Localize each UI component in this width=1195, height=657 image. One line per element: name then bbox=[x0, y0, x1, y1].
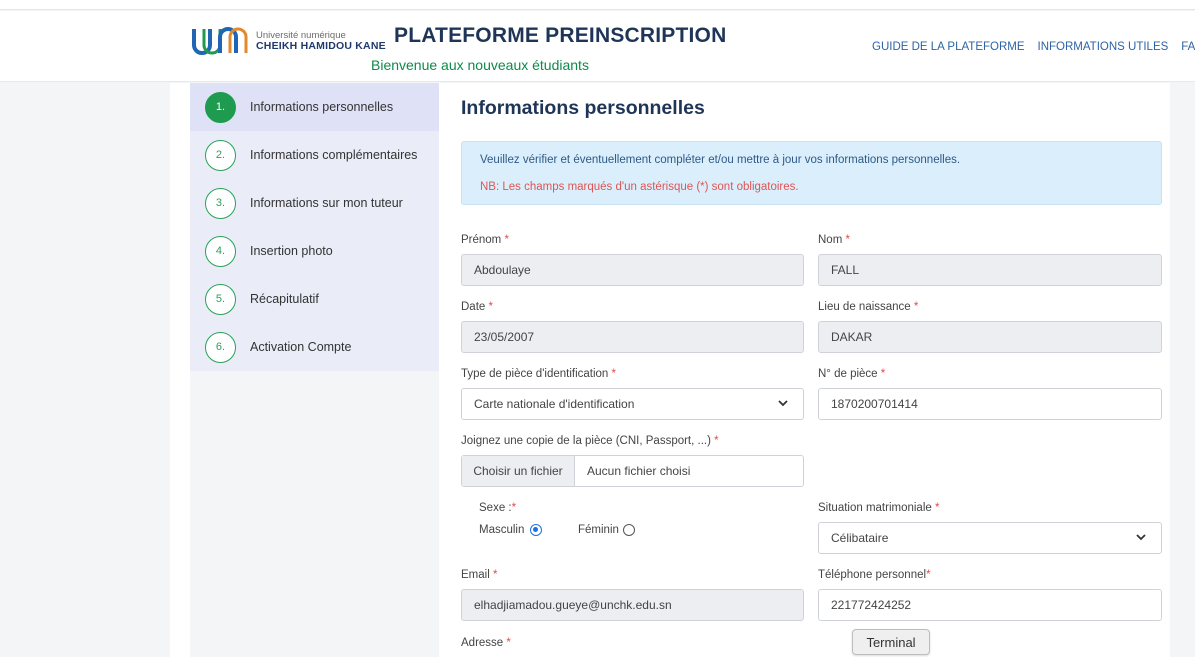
prenom-label: Prénom * bbox=[461, 234, 509, 246]
chevron-down-icon bbox=[1136, 534, 1146, 541]
situation-select[interactable]: Célibataire bbox=[818, 522, 1162, 554]
step-informations-complementaires[interactable]: 2. Informations complémentaires bbox=[190, 131, 439, 179]
alert-required-note: NB: Les champs marqués d'un astérisque (… bbox=[480, 181, 799, 193]
top-nav: GUIDE DE LA PLATEFORME INFORMATIONS UTIL… bbox=[872, 41, 1195, 53]
email-field[interactable]: elhadjiamadou.gueye@unchk.edu.sn bbox=[461, 589, 804, 621]
page: Université numérique CHEIKH HAMIDOU KANE… bbox=[0, 0, 1195, 657]
adresse-label: Adresse * bbox=[461, 637, 511, 649]
email-label: Email * bbox=[461, 569, 498, 581]
masculin-label: Masculin bbox=[479, 524, 525, 536]
page-title: Informations personnelles bbox=[461, 97, 705, 119]
nav-link-faq[interactable]: FAQ bbox=[1181, 41, 1195, 53]
step-label: Informations complémentaires bbox=[250, 148, 418, 162]
feminin-radio[interactable] bbox=[623, 524, 635, 536]
logo-mark-icon bbox=[192, 27, 248, 55]
step-number-badge: 4. bbox=[205, 235, 236, 267]
step-number-badge: 5. bbox=[205, 283, 236, 315]
main-panel: Informations personnelles Veuillez vérif… bbox=[439, 83, 1170, 657]
nav-link-guide[interactable]: GUIDE DE LA PLATEFORME bbox=[872, 41, 1025, 53]
choose-file-button[interactable]: Choisir un fichier bbox=[462, 456, 575, 486]
step-activation-compte[interactable]: 6. Activation Compte bbox=[190, 323, 439, 371]
file-status-text: Aucun fichier choisi bbox=[587, 464, 691, 478]
type-piece-select[interactable]: Carte nationale d'identification bbox=[461, 388, 804, 420]
logo-small-text: Université numérique bbox=[256, 29, 346, 41]
lieu-naissance-label: Lieu de naissance * bbox=[818, 301, 919, 313]
telephone-label: Téléphone personnel* bbox=[818, 569, 931, 581]
type-piece-label: Type de pièce d'identification * bbox=[461, 368, 617, 380]
nom-field[interactable]: FALL bbox=[818, 254, 1162, 286]
step-recapitulatif[interactable]: 5. Récapitulatif bbox=[190, 275, 439, 323]
step-insertion-photo[interactable]: 4. Insertion photo bbox=[190, 227, 439, 275]
step-label: Activation Compte bbox=[250, 340, 352, 354]
telephone-input[interactable]: 221772424252 bbox=[818, 589, 1162, 621]
step-informations-tuteur[interactable]: 3. Informations sur mon tuteur bbox=[190, 179, 439, 227]
num-piece-label: N° de pièce * bbox=[818, 368, 886, 380]
info-alert: Veuillez vérifier et éventuellement comp… bbox=[461, 141, 1162, 205]
step-number-badge: 1. bbox=[205, 91, 236, 123]
step-label: Récapitulatif bbox=[250, 292, 319, 306]
step-label: Informations sur mon tuteur bbox=[250, 196, 403, 210]
lieu-naissance-field[interactable]: DAKAR bbox=[818, 321, 1162, 353]
date-field[interactable]: 23/05/2007 bbox=[461, 321, 804, 353]
copie-piece-label: Joignez une copie de la pièce (CNI, Pass… bbox=[461, 435, 719, 447]
terminal-button[interactable]: Terminal bbox=[852, 629, 930, 655]
sexe-label: Sexe :* bbox=[479, 502, 517, 514]
header: Université numérique CHEIKH HAMIDOU KANE… bbox=[0, 11, 1195, 82]
logo-big-text: CHEIKH HAMIDOU KANE bbox=[256, 40, 386, 52]
step-number-badge: 3. bbox=[205, 187, 236, 219]
steps-sidebar: 1. Informations personnelles 2. Informat… bbox=[190, 83, 439, 371]
top-strip bbox=[0, 0, 1195, 10]
prenom-field[interactable]: Abdoulaye bbox=[461, 254, 804, 286]
step-label: Insertion photo bbox=[250, 244, 333, 258]
date-label: Date * bbox=[461, 301, 493, 313]
nom-label: Nom * bbox=[818, 234, 850, 246]
step-informations-personnelles[interactable]: 1. Informations personnelles bbox=[190, 83, 439, 131]
situation-label: Situation matrimoniale * bbox=[818, 502, 940, 514]
step-label: Informations personnelles bbox=[250, 100, 394, 114]
chevron-down-icon bbox=[778, 400, 788, 407]
step-number-badge: 6. bbox=[205, 331, 236, 363]
right-gutter bbox=[1170, 83, 1195, 657]
masculin-radio[interactable] bbox=[530, 524, 542, 536]
feminin-label: Féminin bbox=[578, 524, 619, 536]
platform-subtitle: Bienvenue aux nouveaux étudiants bbox=[371, 57, 589, 73]
left-gutter bbox=[170, 83, 190, 657]
platform-title: PLATEFORME PREINSCRIPTION bbox=[394, 24, 727, 47]
nav-link-informations-utiles[interactable]: INFORMATIONS UTILES bbox=[1038, 41, 1169, 53]
university-logo[interactable]: Université numérique CHEIKH HAMIDOU KANE bbox=[190, 23, 386, 59]
alert-info-text: Veuillez vérifier et éventuellement comp… bbox=[480, 154, 961, 166]
step-number-badge: 2. bbox=[205, 139, 236, 171]
num-piece-input[interactable]: 1870200701414 bbox=[818, 388, 1162, 420]
file-upload-input[interactable]: Choisir un fichier Aucun fichier choisi bbox=[461, 455, 804, 487]
